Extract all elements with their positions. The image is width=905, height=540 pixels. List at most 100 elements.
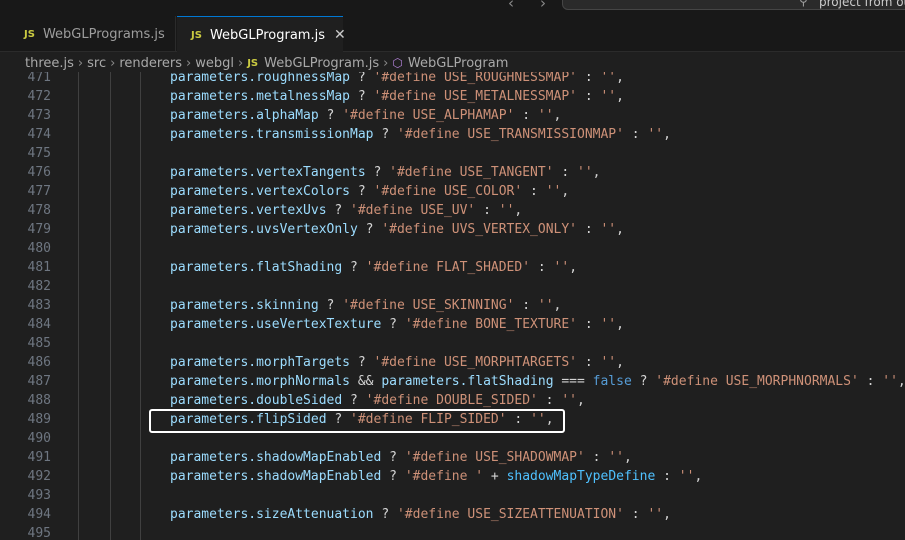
code-line[interactable]: 482: [0, 277, 905, 296]
code-text: parameters.morphNormals && parameters.fl…: [170, 372, 905, 391]
code-token: '#define ': [404, 469, 484, 484]
code-line[interactable]: 477 parameters.vertexColors ? '#define US…: [0, 182, 905, 201]
code-line[interactable]: 471 parameters.roughnessMap ? '#define US…: [0, 72, 905, 87]
code-text: parameters.sizeAttenuation ? '#define US…: [170, 505, 671, 524]
code-editor[interactable]: 471 parameters.roughnessMap ? '#define US…: [0, 72, 905, 540]
code-token: '#define USE_SKINNING': [342, 298, 515, 313]
code-token: ,: [897, 374, 905, 389]
code-line[interactable]: 478 parameters.vertexUvs ? '#define USE_U…: [0, 201, 905, 220]
code-line[interactable]: 485: [0, 334, 905, 353]
code-token: :: [577, 89, 601, 104]
code-token: '': [553, 260, 570, 275]
code-token: '#define USE_TRANSMISSIONMAP': [396, 127, 624, 142]
line-number: 485: [27, 336, 51, 351]
code-token: ,: [569, 260, 578, 275]
code-token: ,: [577, 393, 585, 408]
code-line[interactable]: 472 parameters.metalnessMap ? '#define US…: [0, 87, 905, 106]
tab-webglprogram[interactable]: JS WebGLProgram.js ✕: [177, 16, 346, 53]
command-center-text[interactable]: project from ouse: [819, 0, 905, 9]
code-line[interactable]: 486 parameters.morphTargets ? '#define US…: [0, 353, 905, 372]
code-line[interactable]: 483 parameters.skinning ? '#define USE_SK…: [0, 296, 905, 315]
code-text: parameters.vertexColors ? '#define USE_C…: [170, 182, 569, 201]
code-token: parameters.flatShading: [381, 374, 554, 389]
code-token: '#define FLAT_SHADED': [365, 260, 531, 275]
title-bar: ‹ › ⚲ project from ouse: [0, 0, 905, 16]
code-token: parameters.roughnessMap: [170, 72, 351, 85]
code-token: '#define USE_SIZEATTENUATION': [396, 507, 624, 522]
code-line[interactable]: 484 parameters.useVertexTexture ? '#defin…: [0, 315, 905, 334]
line-number: 473: [27, 108, 51, 123]
code-line[interactable]: 492 parameters.shadowMapEnabled ? '#defin…: [0, 467, 905, 486]
code-token: :: [530, 260, 554, 275]
code-token: '': [678, 469, 695, 484]
code-token: :: [858, 374, 883, 389]
code-token: '#define USE_TANGENT': [389, 165, 554, 180]
code-token: ,: [553, 298, 562, 313]
code-token: '#define USE_MORPHTARGETS': [373, 355, 578, 370]
code-line[interactable]: 479 parameters.uvsVertexOnly ? '#define U…: [0, 220, 905, 239]
code-line[interactable]: 488 parameters.doubleSided ? '#define DOU…: [0, 391, 905, 410]
code-line[interactable]: 473 parameters.alphaMap ? '#define USE_AL…: [0, 106, 905, 125]
close-icon[interactable]: ✕: [334, 27, 346, 43]
code-text: parameters.metalnessMap ? '#define USE_M…: [170, 87, 624, 106]
line-number: 484: [27, 317, 51, 332]
code-token: :: [577, 72, 601, 85]
code-line[interactable]: 491 parameters.shadowMapEnabled ? '#defin…: [0, 448, 905, 467]
code-token: '': [882, 374, 898, 389]
line-number: 475: [27, 146, 51, 161]
code-token: '#define DOUBLE_SIDED': [365, 393, 538, 408]
code-token: ,: [616, 317, 624, 332]
code-token: ?: [318, 298, 343, 313]
search-icon: ⚲: [799, 0, 808, 8]
code-token: ,: [616, 72, 624, 85]
code-token: parameters.sizeAttenuation: [170, 507, 374, 522]
class-symbol-icon: ⬡: [392, 56, 403, 70]
code-token: ,: [592, 165, 601, 180]
line-number: 489: [27, 412, 51, 427]
code-text: parameters.shadowMapEnabled ? '#define '…: [170, 467, 702, 486]
chevron-right-icon[interactable]: ›: [540, 0, 546, 12]
code-token: :: [577, 355, 601, 370]
line-number: 477: [27, 184, 51, 199]
code-text: parameters.useVertexTexture ? '#define B…: [170, 315, 624, 334]
breadcrumb-item[interactable]: renderers: [119, 56, 182, 71]
code-token: &&: [350, 374, 382, 389]
code-token: parameters.vertexColors: [170, 184, 351, 199]
code-token: :: [655, 469, 679, 484]
code-line[interactable]: 475: [0, 144, 905, 163]
code-line[interactable]: 481 parameters.flatShading ? '#define FLA…: [0, 258, 905, 277]
line-number: 476: [27, 165, 51, 180]
chevron-left-icon[interactable]: ‹: [508, 0, 514, 12]
code-text: parameters.morphTargets ? '#define USE_M…: [170, 353, 624, 372]
code-line[interactable]: 480: [0, 239, 905, 258]
code-token: :: [475, 203, 499, 218]
code-token: parameters.vertexTangents: [170, 165, 366, 180]
breadcrumb-item[interactable]: src: [87, 56, 106, 71]
code-text: parameters.skinning ? '#define USE_SKINN…: [170, 296, 561, 315]
code-token: ,: [616, 355, 624, 370]
chevron-right-icon: ›: [238, 55, 244, 71]
code-token: '#define USE_SHADOWMAP': [404, 450, 585, 465]
code-token: ?: [381, 450, 405, 465]
code-token: ?: [373, 127, 397, 142]
code-line[interactable]: 476 parameters.vertexTangents ? '#define …: [0, 163, 905, 182]
chevron-right-icon: ›: [383, 55, 389, 71]
code-line[interactable]: 487 parameters.morphNormals && parameters…: [0, 372, 905, 391]
code-token: :: [623, 127, 648, 142]
line-number: 483: [27, 298, 51, 313]
code-line[interactable]: 474 parameters.transmissionMap ? '#define…: [0, 125, 905, 144]
tab-webglprograms[interactable]: JS WebGLPrograms.js: [0, 16, 176, 52]
code-token: parameters.useVertexTexture: [170, 317, 382, 332]
breadcrumb-symbol[interactable]: WebGLProgram: [408, 56, 509, 71]
breadcrumb-item[interactable]: webgl: [195, 56, 234, 71]
code-line[interactable]: 494 parameters.sizeAttenuation ? '#define…: [0, 505, 905, 524]
code-line[interactable]: 495: [0, 524, 905, 540]
javascript-file-icon: JS: [247, 57, 259, 69]
breadcrumb-file[interactable]: WebGLProgram.js: [264, 56, 379, 71]
code-text: parameters.alphaMap ? '#define USE_ALPHA…: [170, 106, 561, 125]
code-line[interactable]: 493: [0, 486, 905, 505]
code-token: '': [577, 165, 593, 180]
code-token: ,: [616, 89, 624, 104]
code-token: :: [577, 222, 601, 237]
breadcrumb-item[interactable]: three.js: [25, 56, 74, 71]
